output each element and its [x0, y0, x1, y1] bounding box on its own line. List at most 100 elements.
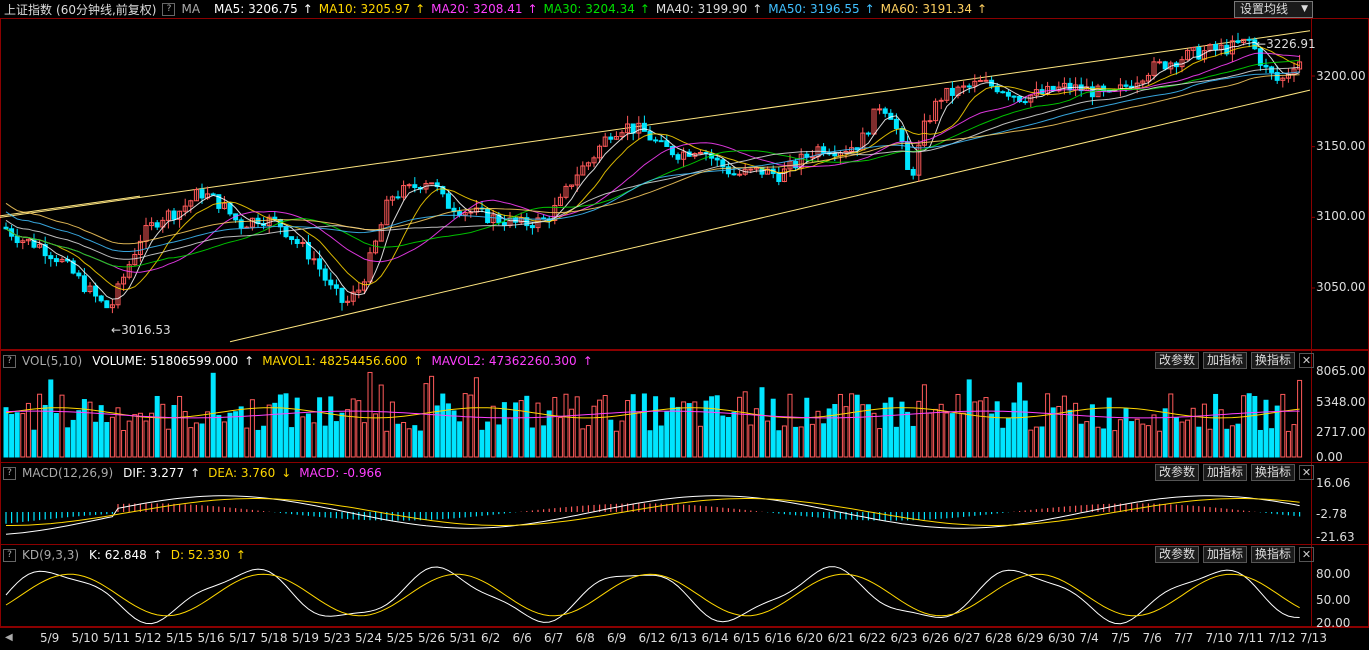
candle-body [501, 222, 507, 227]
macd-change-params-button[interactable]: 改参数 [1154, 464, 1199, 481]
macd-add-indicator-button[interactable]: 加指标 [1202, 464, 1247, 481]
macd-label-max: 16.06 [1316, 476, 1351, 490]
macd-switch-indicator-button[interactable]: 换指标 [1250, 464, 1295, 481]
volume-bar [529, 427, 535, 458]
volume-bar [171, 404, 177, 458]
volume-bar [832, 404, 838, 458]
x-axis-label: 6/6 [512, 631, 532, 645]
kd-label-80: 80.00 [1316, 567, 1351, 581]
volume-bar [333, 421, 339, 458]
kd-add-indicator-button[interactable]: 加指标 [1202, 546, 1247, 563]
vol-label-zero: 0.00 [1316, 450, 1343, 464]
volume-bar [339, 412, 345, 458]
volume-bar [367, 371, 373, 458]
volume-bar [563, 393, 569, 458]
vol-change-params-button[interactable]: 改参数 [1154, 352, 1199, 369]
macd-dif-arrow: ↑ [190, 466, 201, 480]
candle-body [311, 258, 317, 261]
vol-mavol2: MAVOL2: 47362260.300 [431, 354, 577, 368]
vol-add-indicator-button[interactable]: 加指标 [1202, 352, 1247, 369]
macd-close-icon[interactable]: ✕ [1299, 465, 1314, 480]
x-axis-label: 6/7 [544, 631, 564, 645]
vol-close-icon[interactable]: ✕ [1299, 353, 1314, 368]
ma-legend-arrow: ↑ [976, 2, 988, 16]
vol-switch-indicator-button[interactable]: 换指标 [1250, 352, 1295, 369]
settings-ma-button[interactable]: 设置均线 ▼ [1234, 1, 1313, 18]
ma-legend-arrow: ↑ [415, 2, 426, 16]
volume-bar [748, 424, 754, 458]
x-axis-label: 6/13 [670, 631, 697, 645]
volume-bar [199, 423, 205, 458]
x-axis-label: 5/16 [197, 631, 225, 645]
candle-body [608, 136, 614, 140]
low-marker: ←3016.53 [111, 323, 171, 337]
macd-label-mid: -2.78 [1316, 507, 1348, 521]
candle-body [199, 189, 205, 199]
volume-bar [1257, 429, 1263, 458]
macd-help-icon[interactable]: ? [3, 466, 16, 480]
x-axis-label: 7/11 [1237, 631, 1264, 645]
volume-bar [1033, 426, 1039, 458]
volume-bar [714, 395, 720, 458]
candle-body [748, 168, 754, 171]
volume-bar [949, 413, 955, 458]
scroll-left-icon[interactable]: ◀ [5, 632, 15, 644]
candle-body [3, 226, 9, 230]
ma-line [5, 66, 1300, 260]
candle-body [1005, 91, 1011, 97]
volume-bar [804, 397, 810, 458]
candle-body [412, 184, 418, 189]
volume-bar [1213, 393, 1219, 458]
volume-bar [14, 412, 20, 458]
volume-bar [395, 423, 401, 458]
kd-buttons: 改参数 加指标 换指标 [1154, 546, 1295, 563]
candle-body [333, 284, 339, 289]
volume-bar [653, 396, 659, 458]
macd-title: MACD(12,26,9) [22, 466, 114, 480]
macd-dea-line [6, 498, 1300, 526]
volume-bar [1291, 424, 1297, 458]
volume-bar [9, 413, 15, 458]
volume-bar [1067, 409, 1073, 458]
vol-help-icon[interactable]: ? [3, 354, 16, 368]
kd-change-params-button[interactable]: 改参数 [1154, 546, 1199, 563]
ma-legend-arrow: ↑ [639, 2, 650, 16]
volume-bar [692, 401, 698, 458]
x-axis-label: 7/12 [1268, 631, 1296, 645]
candle-body [893, 118, 899, 130]
kd-close-icon[interactable]: ✕ [1299, 547, 1314, 562]
candle-body [210, 193, 216, 196]
volume-bar [933, 408, 939, 458]
volume-bar [1218, 409, 1224, 458]
kd-switch-indicator-button[interactable]: 换指标 [1250, 546, 1295, 563]
vol-mavol1: MAVOL1: 48254456.600 [262, 354, 408, 368]
kd-d-line [5, 573, 1300, 617]
candle-body [949, 87, 955, 96]
volume-bar [1022, 400, 1028, 458]
volume-bar [770, 398, 776, 458]
volume-bar [580, 428, 586, 458]
x-axis-label: 6/26 [922, 631, 949, 645]
help-icon[interactable]: ? [162, 2, 176, 16]
volume-bar [311, 422, 317, 458]
volume-bar [1045, 393, 1051, 458]
volume-bar [966, 379, 972, 458]
x-axis-label: 7/13 [1300, 631, 1327, 645]
kd-help-icon[interactable]: ? [3, 548, 16, 562]
volume-bar [787, 393, 793, 458]
kd-k: K: 62.848 [89, 548, 147, 562]
x-axis-label: 7/5 [1111, 631, 1131, 645]
volume-bar [961, 412, 967, 458]
candle-body [294, 238, 300, 244]
x-axis-label: 5/19 [292, 631, 319, 645]
x-axis-label: 6/22 [859, 631, 886, 645]
x-axis-label: 6/20 [796, 631, 823, 645]
macd-dea: DEA: 3.760 [208, 466, 276, 480]
volume-bar [1241, 395, 1247, 458]
candle-body [93, 285, 99, 297]
volume-bar [546, 410, 552, 458]
ma-legend-item: MA30: 3204.34 [543, 2, 635, 16]
kd-header: ? KD(9,3,3) K: 62.848 ↑ D: 52.330 ↑ [0, 546, 252, 564]
volume-bar [1168, 393, 1174, 458]
macd-dif: DIF: 3.277 [123, 466, 185, 480]
